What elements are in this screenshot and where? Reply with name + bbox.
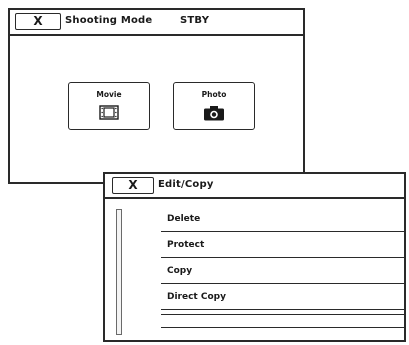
photo-mode-button[interactable]: Photo — [173, 82, 255, 130]
screen-title: Edit/Copy — [158, 179, 214, 190]
shooting-mode-screen: X Shooting Mode STBY Movie Photo — [8, 8, 305, 184]
close-button[interactable]: X — [15, 13, 61, 30]
title-bar: X Shooting Mode STBY — [10, 10, 303, 36]
menu-item-empty — [161, 314, 404, 328]
menu-item-label: Copy — [167, 266, 193, 276]
menu-item-label: Direct Copy — [167, 292, 226, 302]
menu-item-label: Delete — [167, 214, 201, 224]
scrollbar[interactable] — [116, 209, 122, 335]
title-bar: X Edit/Copy — [105, 174, 404, 199]
movie-mode-button[interactable]: Movie — [68, 82, 150, 130]
edit-copy-screen: X Edit/Copy Delete Protect Copy Direct C… — [103, 172, 406, 342]
camera-icon — [203, 105, 225, 125]
menu-item-label: Protect — [167, 240, 205, 250]
close-button[interactable]: X — [112, 177, 154, 194]
menu-item-protect[interactable]: Protect — [161, 232, 404, 258]
status-label: STBY — [180, 15, 210, 26]
movie-label: Movie — [96, 90, 122, 99]
film-icon — [99, 105, 119, 124]
menu-item-copy[interactable]: Copy — [161, 258, 404, 284]
screen-title: Shooting Mode — [65, 15, 153, 26]
photo-label: Photo — [201, 90, 227, 99]
menu-item-direct-copy[interactable]: Direct Copy — [161, 284, 404, 310]
menu-item-delete[interactable]: Delete — [161, 206, 404, 232]
